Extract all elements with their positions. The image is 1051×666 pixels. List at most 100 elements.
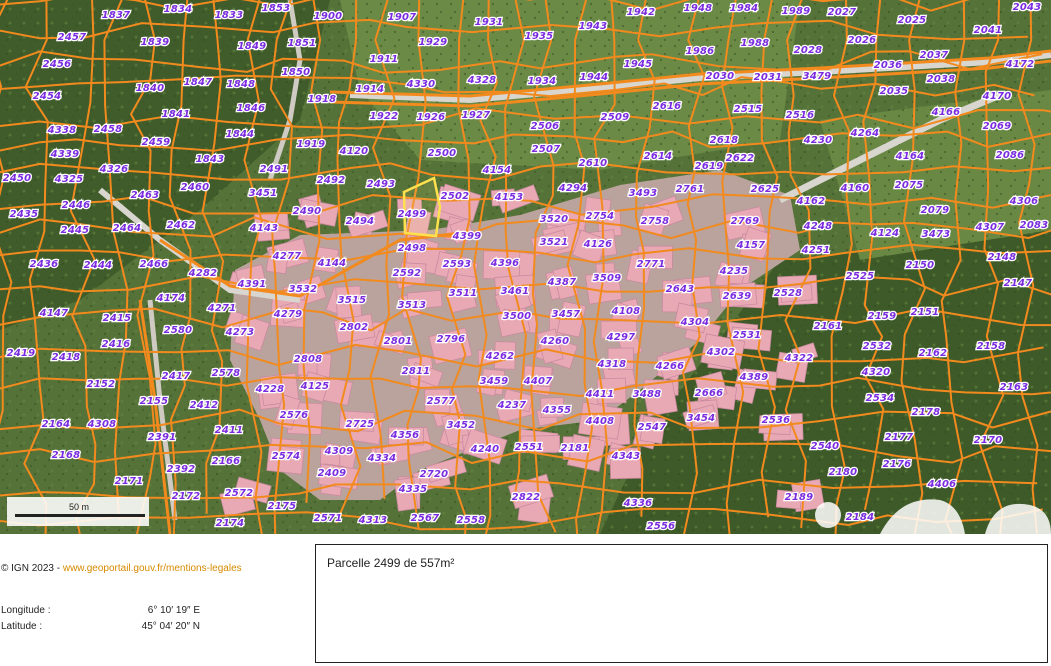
parcel-label[interactable]: 4147 — [37, 307, 69, 321]
parcel-label[interactable]: 2175 — [266, 500, 297, 514]
parcel-label[interactable]: 1918 — [306, 93, 337, 107]
parcel-label[interactable]: 2801 — [382, 335, 413, 349]
parcel-label[interactable]: 2494 — [344, 215, 375, 229]
parcel-label[interactable]: 2466 — [138, 258, 169, 272]
parcel-label[interactable]: 3515 — [336, 294, 367, 308]
parcel-label[interactable]: 2725 — [344, 418, 375, 432]
parcel-label[interactable]: 4154 — [480, 164, 512, 178]
parcel-label[interactable]: 2593 — [441, 258, 472, 272]
parcel-label[interactable]: 1931 — [473, 16, 504, 30]
parcel-label[interactable]: 3459 — [478, 375, 509, 389]
parcel-label[interactable]: 1914 — [354, 83, 385, 97]
parcel-label[interactable]: 2540 — [809, 440, 840, 454]
parcel-label[interactable]: 2572 — [223, 487, 254, 501]
parcel-label[interactable]: 2808 — [292, 353, 323, 367]
parcel-label[interactable]: 1907 — [386, 11, 417, 25]
parcel-label[interactable]: 2462 — [165, 219, 196, 233]
parcel-label[interactable]: 2168 — [50, 449, 81, 463]
parcel-label[interactable]: 2567 — [409, 512, 440, 526]
parcel-label[interactable]: 1929 — [417, 36, 448, 50]
parcel-label[interactable]: 1843 — [194, 153, 225, 167]
parcel-label[interactable]: 4306 — [1007, 195, 1039, 209]
parcel-label[interactable]: 1919 — [295, 138, 326, 152]
parcel-label[interactable]: 4330 — [404, 78, 436, 92]
parcel-label[interactable]: 2030 — [704, 70, 735, 84]
parcel-label[interactable]: 3532 — [287, 283, 318, 297]
parcel-label[interactable]: 1944 — [578, 71, 609, 85]
parcel-label[interactable]: 2415 — [101, 312, 132, 326]
parcel-label[interactable]: 2500 — [426, 147, 457, 161]
parcel-label[interactable]: 2558 — [455, 514, 486, 528]
parcel-label[interactable]: 2181 — [559, 442, 590, 456]
parcel-label[interactable]: 1846 — [235, 102, 266, 116]
parcel-label[interactable]: 4407 — [521, 375, 553, 389]
parcel-label[interactable]: 4230 — [801, 134, 833, 148]
parcel-label[interactable]: 4260 — [538, 335, 570, 349]
parcel-label[interactable]: 1840 — [134, 82, 165, 96]
parcel-label[interactable]: 1989 — [780, 5, 811, 19]
parcel-label[interactable]: 3457 — [550, 308, 581, 322]
parcel-label[interactable]: 1986 — [684, 45, 715, 59]
parcel-label[interactable]: 1841 — [160, 108, 191, 122]
parcel-label[interactable]: 2491 — [258, 163, 289, 177]
parcel-label[interactable]: 1934 — [526, 75, 557, 89]
parcel-label[interactable]: 2534 — [864, 392, 895, 406]
parcel-label[interactable]: 2174 — [214, 517, 245, 531]
parcel-label[interactable]: 2516 — [784, 109, 815, 123]
parcel-label[interactable]: 2158 — [975, 340, 1006, 354]
parcel-label[interactable]: 2184 — [844, 511, 875, 525]
parcel-label[interactable]: 2454 — [31, 90, 62, 104]
parcel-label[interactable]: 2528 — [772, 287, 803, 301]
parcel-label[interactable]: 2492 — [315, 174, 346, 188]
parcel-label[interactable]: 4308 — [85, 418, 117, 432]
parcel-label[interactable]: 2446 — [60, 199, 91, 213]
parcel-label[interactable]: 3509 — [591, 272, 622, 286]
parcel-label[interactable]: 2037 — [918, 49, 949, 63]
parcel-label[interactable]: 2822 — [510, 491, 541, 505]
parcel-label[interactable]: 4277 — [270, 250, 302, 264]
parcel-label[interactable]: 3452 — [445, 419, 476, 433]
parcel-label[interactable]: 1844 — [224, 128, 255, 142]
parcel-label[interactable]: 2502 — [439, 190, 470, 204]
parcel-label[interactable]: 4320 — [859, 366, 891, 380]
parcel-label[interactable]: 4389 — [737, 371, 769, 385]
parcel-label[interactable]: 2460 — [179, 181, 210, 195]
parcel-label[interactable]: 4144 — [315, 257, 347, 271]
parcel-label[interactable]: 1851 — [286, 37, 317, 51]
parcel-label[interactable]: 2035 — [878, 85, 909, 99]
parcel-label[interactable]: 2536 — [760, 414, 791, 428]
parcel-label[interactable]: 2610 — [577, 157, 608, 171]
parcel-label[interactable]: 2026 — [846, 34, 877, 48]
parcel-label[interactable]: 2418 — [50, 351, 81, 365]
parcel-label[interactable]: 4228 — [253, 383, 285, 397]
parcel-label[interactable]: 2515 — [732, 103, 763, 117]
parcel-label[interactable]: 4108 — [609, 305, 641, 319]
parcel-label[interactable]: 2419 — [5, 347, 36, 361]
parcel-label[interactable]: 2416 — [100, 338, 131, 352]
parcel-label[interactable]: 4411 — [583, 388, 615, 402]
parcel-label[interactable]: 3454 — [685, 412, 716, 426]
parcel-label[interactable]: 2172 — [170, 490, 201, 504]
parcel-label[interactable]: 2802 — [338, 321, 369, 335]
parcel-label[interactable]: 2027 — [826, 6, 857, 20]
parcel-label[interactable]: 1850 — [280, 66, 311, 80]
parcel-label[interactable]: 4322 — [782, 352, 814, 366]
parcel-label[interactable]: 2450 — [1, 172, 32, 186]
parcel-label[interactable]: 2148 — [986, 251, 1017, 265]
parcel-label[interactable]: 1927 — [460, 109, 491, 123]
parcel-label[interactable]: 2436 — [28, 258, 59, 272]
parcel-label[interactable]: 2176 — [881, 458, 912, 472]
parcel-label[interactable]: 3513 — [396, 299, 427, 313]
parcel-label[interactable]: 2643 — [664, 283, 695, 297]
parcel-label[interactable]: 4271 — [205, 302, 237, 316]
parcel-label[interactable]: 2043 — [1011, 1, 1042, 15]
parcel-label[interactable]: 2639 — [721, 290, 752, 304]
parcel-label[interactable]: 2720 — [418, 468, 449, 482]
parcel-label[interactable]: 3500 — [501, 310, 532, 324]
parcel-label[interactable]: 4339 — [48, 148, 80, 162]
parcel-label[interactable]: 1833 — [213, 9, 244, 23]
parcel-label[interactable]: 4172 — [1003, 58, 1035, 72]
parcel-label[interactable]: 2507 — [530, 143, 561, 157]
parcel-label[interactable]: 4318 — [595, 358, 627, 372]
parcel-label[interactable]: 2493 — [365, 178, 396, 192]
